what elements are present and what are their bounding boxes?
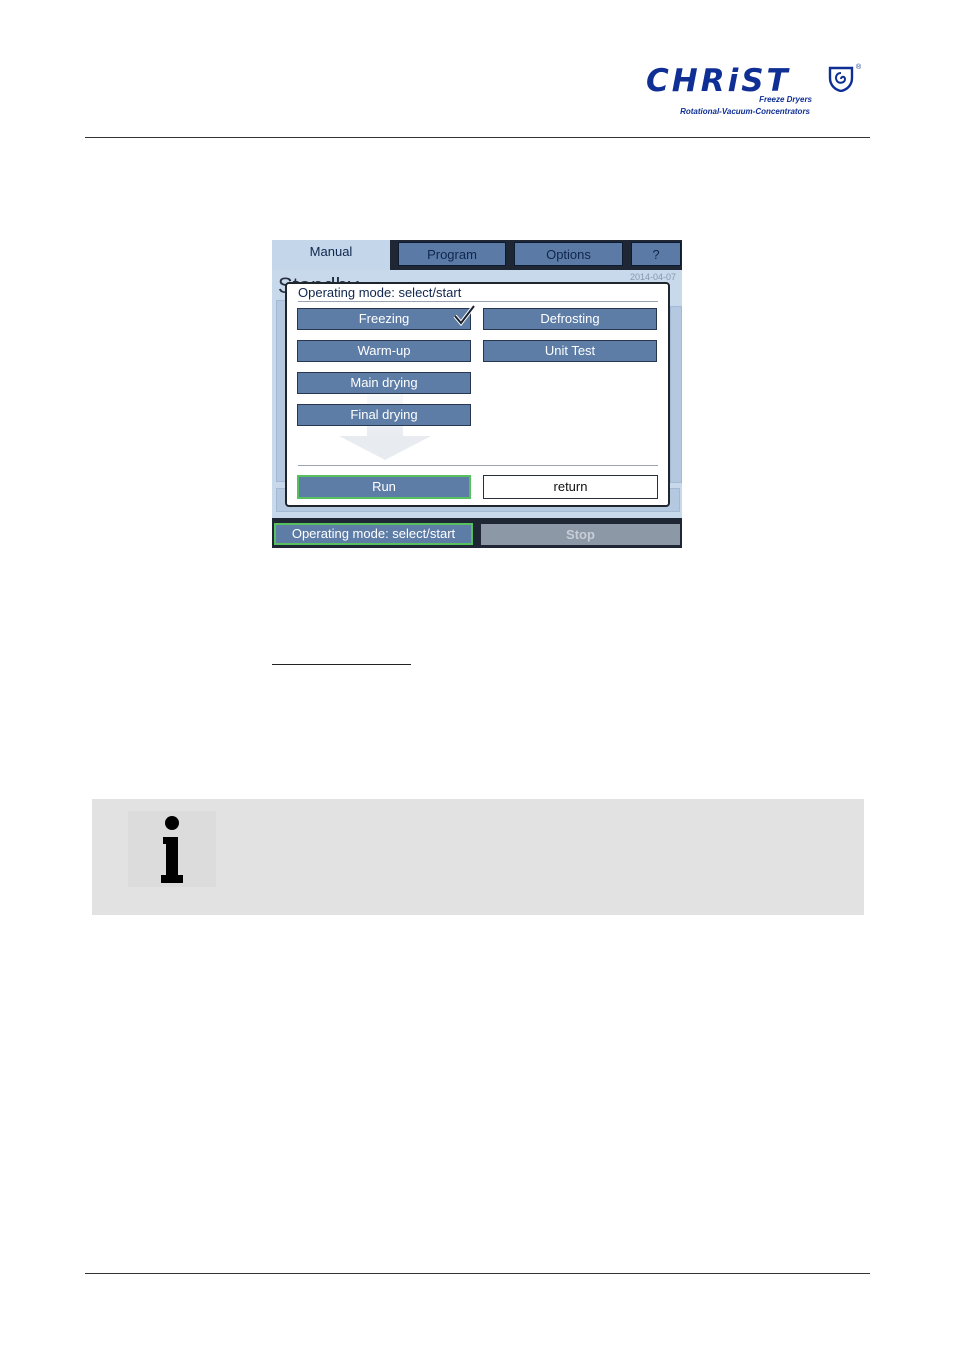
underline-rule <box>272 664 411 665</box>
mode-button-final-drying[interactable]: Final drying <box>297 404 471 426</box>
checkmark-icon <box>453 304 476 327</box>
mode-button-defrosting[interactable]: Defrosting <box>483 308 657 330</box>
mode-label: Freezing <box>358 311 410 326</box>
tab-help[interactable]: ? <box>631 242 681 266</box>
dialog-title: Operating mode: select/start <box>298 285 462 300</box>
info-box <box>92 799 864 915</box>
dialog-title-divider <box>298 301 658 302</box>
background-panel-right <box>670 306 682 483</box>
info-icon <box>128 811 216 887</box>
info-glyph <box>161 816 183 883</box>
tab-manual[interactable]: Manual <box>272 240 390 270</box>
device-screen: Manual Program Options ? Standby 2014-04… <box>272 240 682 548</box>
operating-mode-button[interactable]: Operating mode: select/start <box>274 523 473 545</box>
logo-tagline-freeze-dryers: Freeze Dryers <box>759 95 812 104</box>
tab-program[interactable]: Program <box>398 242 506 266</box>
return-button[interactable]: return <box>483 475 658 499</box>
run-button[interactable]: Run <box>297 475 471 499</box>
mode-button-unit-test[interactable]: Unit Test <box>483 340 657 362</box>
operating-mode-dialog: Operating mode: select/start Freezing Wa… <box>285 282 670 507</box>
registered-mark: ® <box>856 64 862 71</box>
mode-button-warm-up[interactable]: Warm-up <box>297 340 471 362</box>
logo-emblem-icon <box>828 66 854 92</box>
mode-button-main-drying[interactable]: Main drying <box>297 372 471 394</box>
tab-options[interactable]: Options <box>514 242 623 266</box>
christ-logo: CHRiST ® Freeze Dryers Rotational-Vacuum… <box>640 62 870 122</box>
dialog-footer-divider <box>298 465 658 466</box>
watermark-arrow-head <box>339 436 431 460</box>
mode-button-freezing[interactable]: Freezing <box>297 304 476 330</box>
header-rule <box>85 137 870 138</box>
status-bar: Operating mode: select/start Stop <box>272 521 682 548</box>
tab-bar: Manual Program Options ? <box>272 240 682 270</box>
stop-button[interactable]: Stop <box>481 524 680 545</box>
logo-tagline-concentrators: Rotational-Vacuum-Concentrators <box>680 107 810 116</box>
footer-rule <box>85 1273 870 1274</box>
